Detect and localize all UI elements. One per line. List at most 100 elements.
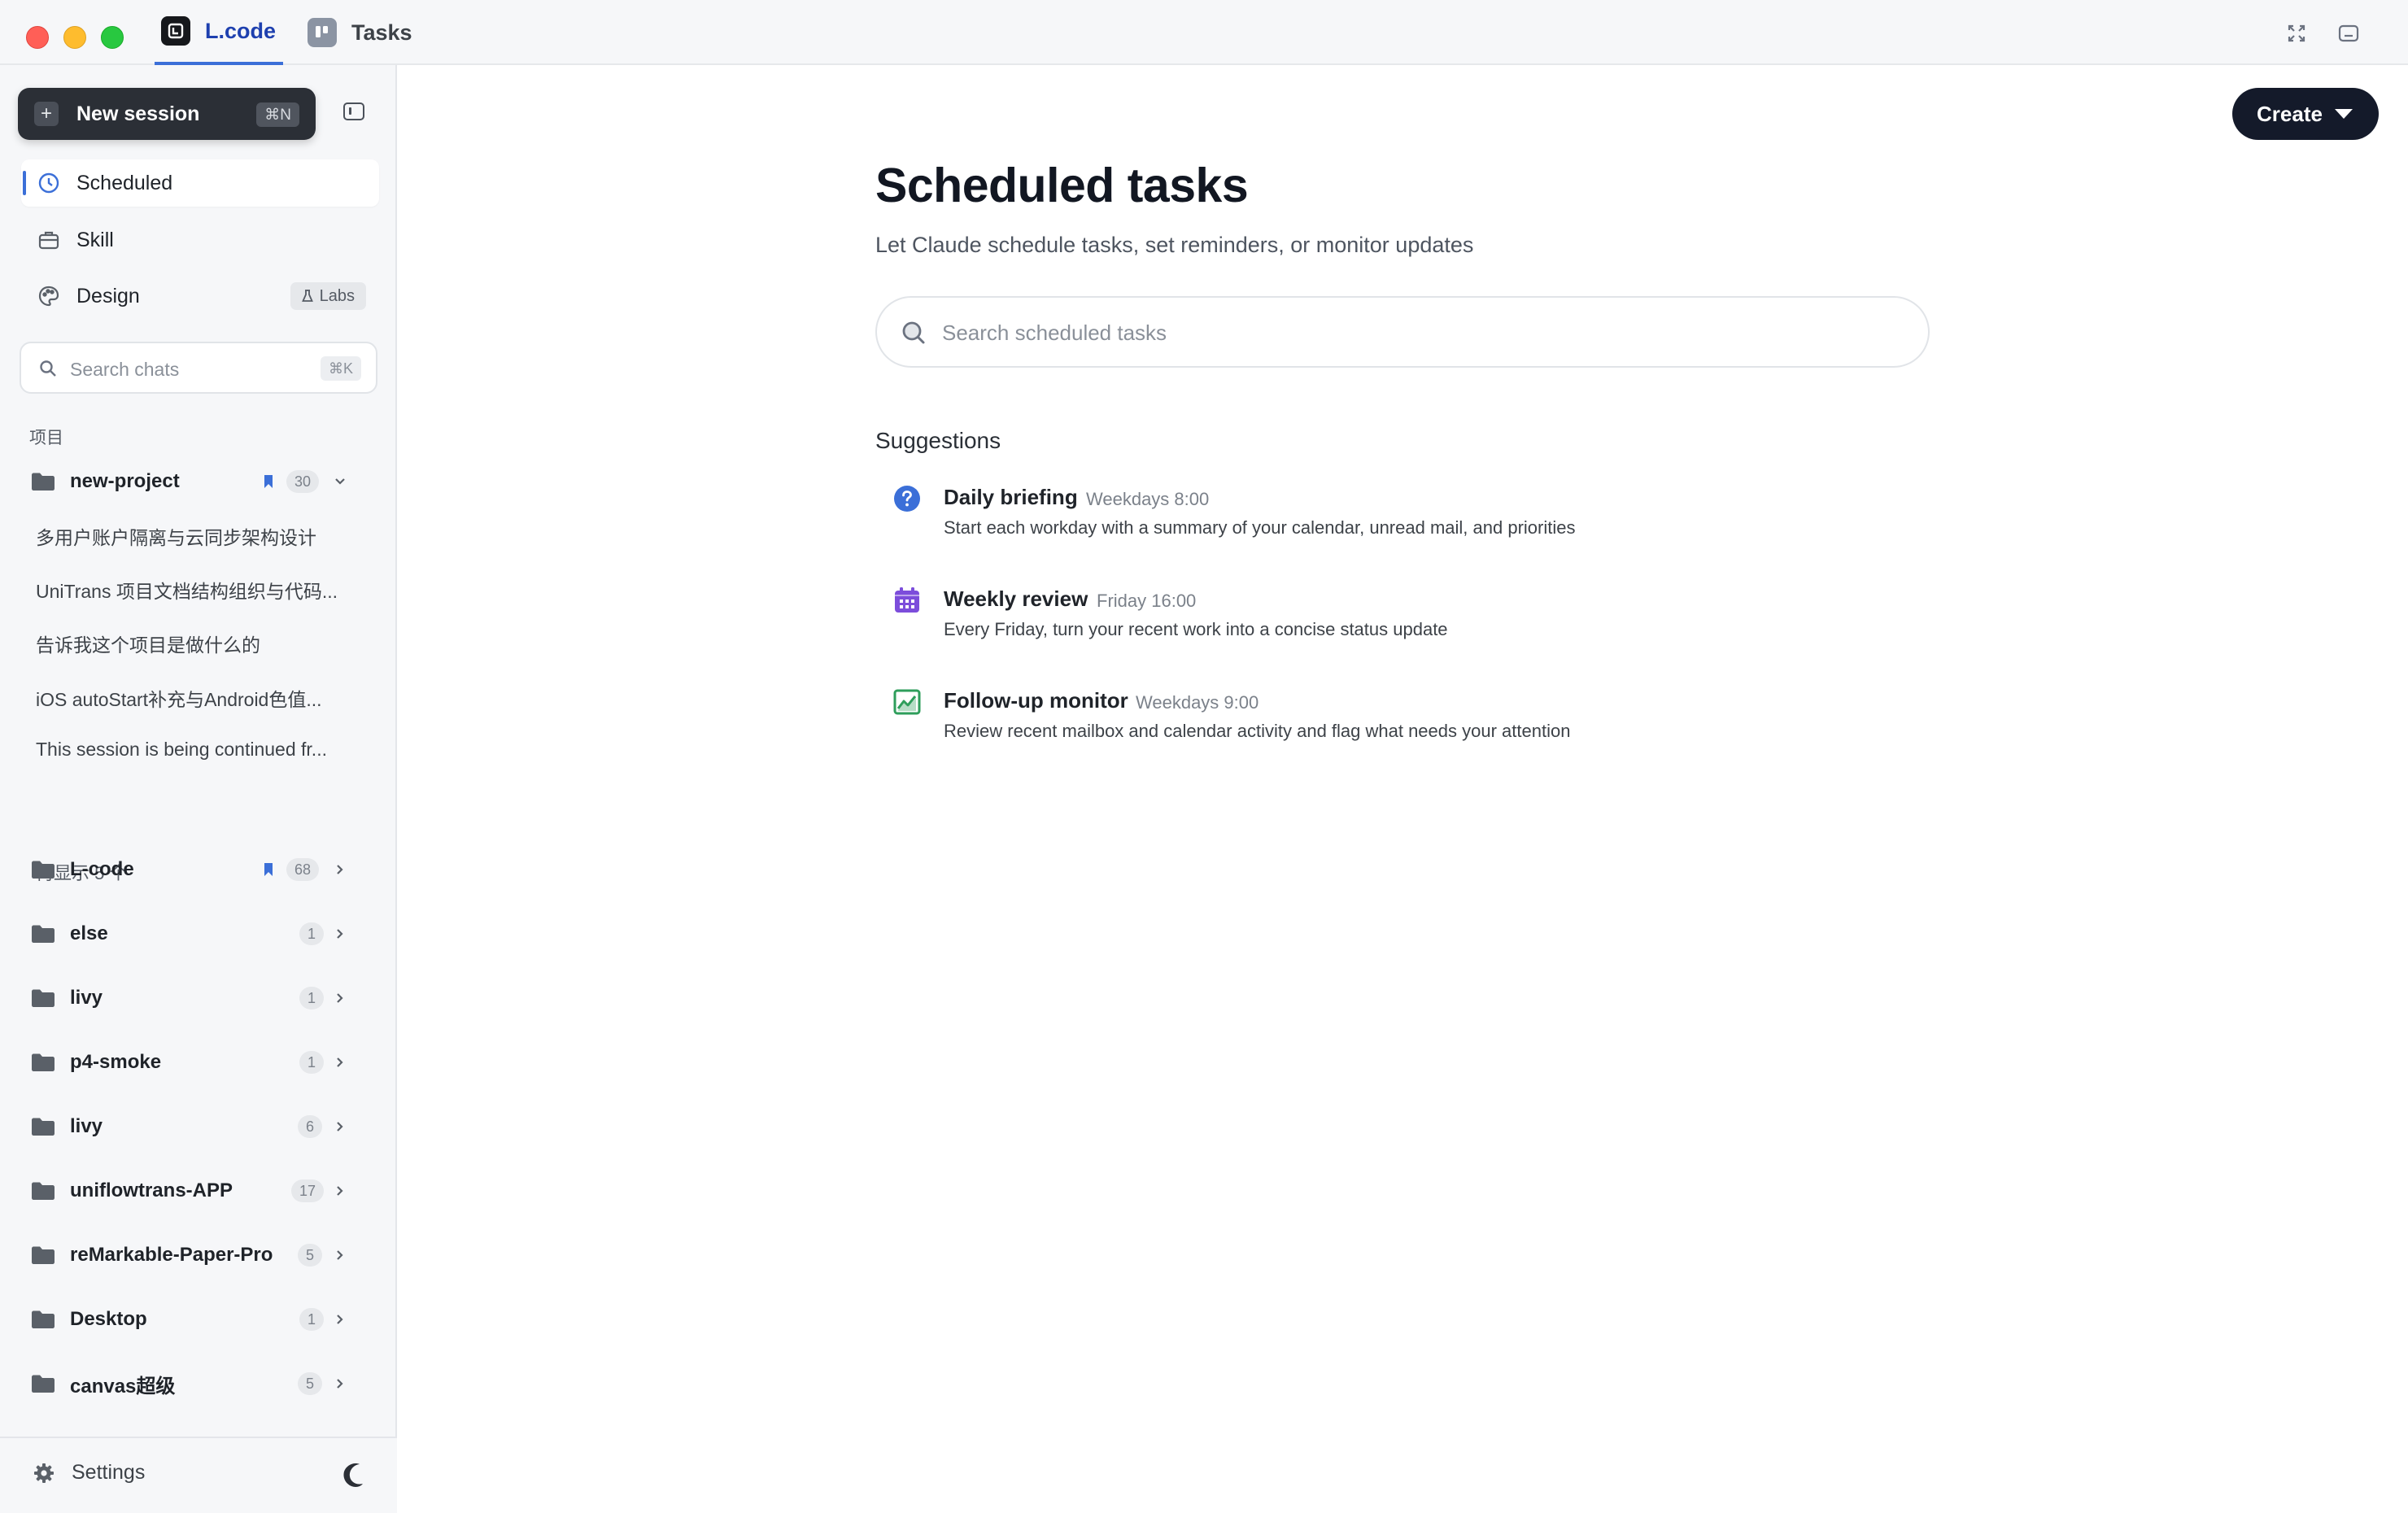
folder-icon [32, 925, 55, 943]
briefcase-icon [38, 231, 59, 250]
search-icon [40, 360, 56, 377]
nav-item-design[interactable]: Design Labs [21, 273, 379, 320]
settings-label: Settings [72, 1461, 146, 1484]
session-count: 1 [299, 922, 325, 945]
chevron-right-icon[interactable] [334, 1249, 347, 1262]
session-count: 1 [299, 1051, 325, 1074]
session-count: 5 [298, 1244, 323, 1267]
clock-icon [38, 172, 59, 194]
question-circle-icon [894, 486, 920, 512]
collapse-sidebar-icon[interactable] [343, 102, 364, 120]
suggestion-daily-briefing[interactable]: Daily briefing Weekdays 8:00 Start each … [893, 485, 1951, 558]
project-row[interactable]: L-code 68 [31, 852, 364, 887]
chevron-right-icon[interactable] [334, 1313, 347, 1326]
moon-icon[interactable] [340, 1461, 368, 1489]
folder-icon [32, 1310, 55, 1328]
create-label: Create [2257, 101, 2323, 126]
project-name: uniflowtrans-APP [70, 1179, 233, 1201]
chevron-right-icon[interactable] [334, 992, 347, 1005]
session-count: 30 [286, 470, 320, 493]
project-row[interactable]: livy 1 [31, 980, 364, 1016]
folder-icon [32, 1246, 55, 1264]
session-item[interactable]: 多用户账户隔离与云同步架构设计 [36, 522, 316, 550]
plus-icon: + [34, 102, 59, 126]
session-item[interactable]: This session is being continued fr... [36, 739, 327, 761]
folder-icon [32, 1053, 55, 1071]
project-row[interactable]: reMarkable-Paper-Pro 5 [31, 1237, 364, 1273]
project-name: Desktop [70, 1308, 147, 1330]
session-item[interactable]: iOS autoStart补充与Android色值... [36, 684, 322, 712]
project-name: L-code [70, 858, 134, 880]
nav-item-scheduled[interactable]: Scheduled [21, 159, 379, 207]
shortcut-badge: ⌘N [256, 102, 299, 127]
chevron-right-icon[interactable] [334, 927, 347, 940]
suggestion-follow-up-monitor[interactable]: Follow-up monitor Weekdays 9:00 Review r… [893, 688, 1951, 761]
maximize-window-button[interactable] [101, 26, 124, 49]
session-count: 68 [286, 858, 320, 881]
nav-label: Skill [76, 228, 114, 251]
chevron-right-icon[interactable] [334, 1120, 347, 1133]
chevron-right-icon[interactable] [334, 863, 347, 876]
search-placeholder: Search chats [70, 359, 180, 380]
folder-icon [32, 989, 55, 1007]
chart-image-icon [893, 689, 921, 715]
create-button[interactable]: Create [2232, 88, 2379, 140]
search-scheduled-tasks-input[interactable]: Search scheduled tasks [875, 296, 1930, 368]
trello-board-icon [308, 18, 337, 47]
project-name: canvas超级 [70, 1375, 176, 1397]
project-row[interactable]: canvas超级 5 [31, 1366, 364, 1402]
tab-lcode[interactable]: L.code [155, 0, 283, 65]
nav-item-skill[interactable]: Skill [21, 216, 379, 264]
projects-section-label: 项目 [29, 429, 63, 447]
suggestion-title: Follow-up monitor [944, 688, 1128, 713]
tab-tasks[interactable]: Tasks [308, 0, 412, 65]
calendar-icon [895, 587, 919, 613]
suggestion-schedule: Friday 16:00 [1097, 591, 1197, 611]
project-row[interactable]: uniflowtrans-APP 17 [31, 1173, 364, 1209]
chevron-right-icon[interactable] [334, 1184, 347, 1197]
session-item[interactable]: UniTrans 项目文档结构组织与代码... [36, 576, 338, 604]
suggestions-heading: Suggestions [875, 428, 1001, 453]
project-row[interactable]: p4-smoke 1 [31, 1044, 364, 1080]
suggestion-description: Review recent mailbox and calendar activ… [944, 721, 1571, 741]
chevron-right-icon[interactable] [334, 1056, 347, 1069]
project-name: reMarkable-Paper-Pro [70, 1244, 273, 1266]
close-window-button[interactable] [26, 26, 49, 49]
project-row[interactable]: livy 6 [31, 1109, 364, 1145]
suggestion-weekly-review[interactable]: Weekly review Friday 16:00 Every Friday,… [893, 586, 1951, 660]
sidebar: + New session ⌘N Scheduled Skill Design … [0, 65, 397, 1513]
chevron-right-icon[interactable] [334, 1377, 347, 1390]
project-row[interactable]: Desktop 1 [31, 1302, 364, 1337]
labs-badge: Labs [290, 282, 366, 310]
minimize-window-button[interactable] [63, 26, 86, 49]
search-chats-input[interactable]: Search chats ⌘K [20, 342, 377, 394]
fullscreen-icon[interactable] [2284, 21, 2309, 46]
project-name: livy [70, 987, 103, 1009]
project-row[interactable]: else 1 [31, 916, 364, 952]
page-title: Scheduled tasks [875, 159, 1249, 212]
suggestion-description: Every Friday, turn your recent work into… [944, 619, 1448, 639]
new-session-button[interactable]: + New session ⌘N [18, 88, 316, 140]
new-session-label: New session [76, 102, 200, 125]
chevron-down-icon[interactable] [334, 475, 347, 488]
session-count: 5 [298, 1372, 323, 1395]
sidebar-panel-icon[interactable] [2336, 21, 2361, 46]
settings-button[interactable]: Settings [33, 1461, 145, 1485]
title-bar: L.code Tasks [0, 0, 2408, 65]
project-name: new-project [70, 470, 180, 492]
sidebar-footer: Settings [0, 1437, 397, 1513]
tab-label: Tasks [351, 20, 412, 45]
session-item[interactable]: 告诉我这个项目是做什么的 [36, 630, 260, 657]
search-placeholder: Search scheduled tasks [942, 320, 1167, 345]
folder-icon [32, 473, 55, 491]
tab-label: L.code [205, 18, 277, 43]
palette-icon [38, 286, 59, 307]
folder-icon [32, 1182, 55, 1200]
nav-label: Scheduled [76, 171, 173, 194]
flask-icon [301, 290, 313, 302]
suggestion-schedule: Weekdays 9:00 [1136, 692, 1259, 713]
project-name: livy [70, 1115, 103, 1137]
session-count: 1 [299, 1308, 325, 1331]
project-new-project[interactable]: new-project 30 [31, 464, 364, 499]
bookmark-icon [264, 475, 273, 488]
